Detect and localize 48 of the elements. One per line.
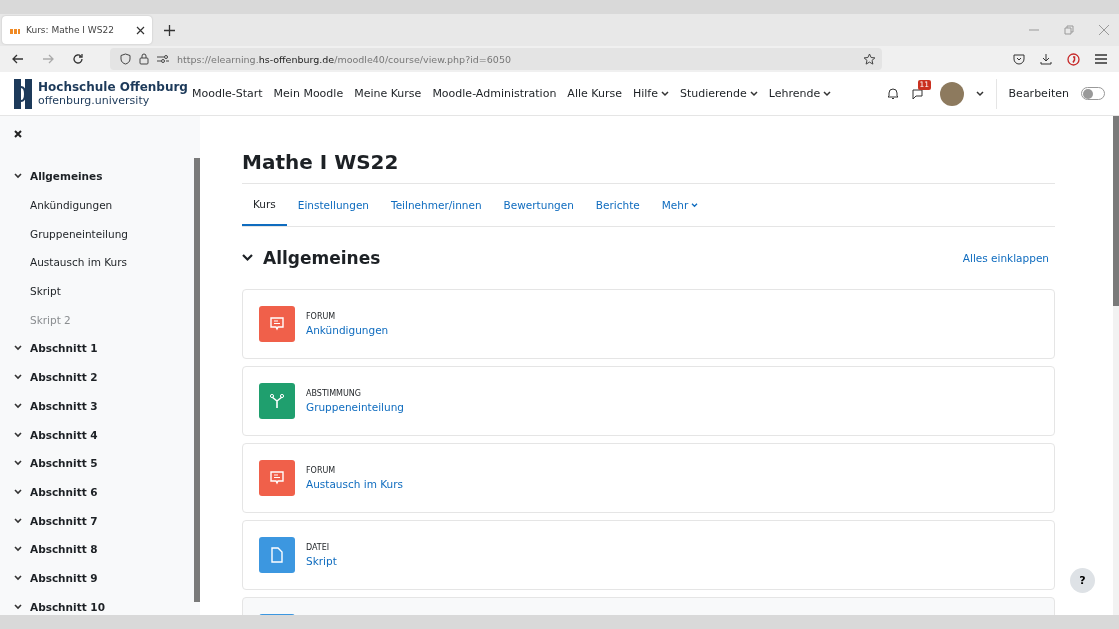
section-title: Allgemeines <box>263 248 381 268</box>
course-title: Mathe I WS22 <box>242 150 1055 184</box>
address-field[interactable]: https://elearning.hs-offenburg.de/moodle40/course/view.php?id=6050 <box>110 48 882 70</box>
nav-link[interactable]: Moodle-Administration <box>432 87 557 100</box>
nav-link[interactable]: Hilfe <box>632 87 669 100</box>
section-link[interactable]: Allgemeines <box>30 170 103 183</box>
section-link[interactable]: Abschnitt 4 <box>30 428 98 441</box>
section-link[interactable]: Abschnitt 2 <box>30 371 98 384</box>
course-tab[interactable]: Bewertungen <box>492 184 585 226</box>
section-link[interactable]: Abschnitt 9 <box>30 571 98 584</box>
section-link[interactable]: Abschnitt 6 <box>30 485 98 498</box>
nav-link[interactable]: Lehrende <box>768 87 832 100</box>
section-link[interactable]: Abschnitt 5 <box>30 457 98 470</box>
activity-link[interactable]: Skript <box>306 555 337 567</box>
nav-link[interactable]: Meine Kurse <box>354 87 422 100</box>
nav-link[interactable]: Moodle-Start <box>192 87 263 100</box>
course-tab[interactable]: Mehr <box>650 184 710 226</box>
activity-type: DATEI <box>306 543 331 552</box>
activity-link[interactable]: Austausch im Kurs <box>14 248 194 277</box>
activity-link[interactable]: Gruppeneinteilung <box>14 219 194 249</box>
activity-link[interactable]: Skript <box>14 276 194 306</box>
activity-link[interactable]: Ankündigungen <box>14 190 194 220</box>
course-tab[interactable]: Teilnehmer/innen <box>380 184 493 226</box>
course-tab[interactable]: Einstellungen <box>286 184 380 226</box>
university-name: Hochschule Offenburg <box>38 80 188 94</box>
nav-link[interactable]: Mein Moodle <box>273 87 344 100</box>
university-url: offenburg.university <box>38 93 150 107</box>
section-link[interactable]: Abschnitt 8 <box>30 543 98 556</box>
activity-link[interactable]: Austausch im Kurs <box>306 478 404 490</box>
tab-title: Kurs: Mathe I WS22 <box>26 25 115 35</box>
collapse-all-link[interactable]: Alles einklappen <box>962 252 1055 264</box>
course-tab[interactable]: Berichte <box>584 184 651 226</box>
activity-type: ABSTIMMUNG <box>306 389 362 398</box>
url-text: https://elearning.hs-offenburg.de/moodle40/course/view.php?id=6050 <box>177 53 511 65</box>
activity-type: FORUM <box>306 312 337 321</box>
nav-link[interactable]: Alle Kurse <box>567 87 622 100</box>
section-link[interactable]: Abschnitt 7 <box>30 514 98 527</box>
activity-link[interactable]: Ankündigungen <box>306 324 389 336</box>
browser-tab[interactable]: Kurs: Mathe I WS22 <box>2 16 152 44</box>
section-link[interactable]: Abschnitt 10 <box>30 600 105 613</box>
edit-mode-label: Bearbeiten <box>1008 87 1069 100</box>
nav-link[interactable]: Studierende <box>679 87 758 100</box>
activity-link[interactable]: Gruppeneinteilung <box>306 401 404 413</box>
help-button[interactable]: ? <box>1070 568 1095 593</box>
activity-type: FORUM <box>306 466 337 475</box>
section-link[interactable]: Abschnitt 3 <box>30 399 98 412</box>
section-link[interactable]: Abschnitt 1 <box>30 342 98 355</box>
course-tab[interactable]: Kurs <box>242 184 287 226</box>
